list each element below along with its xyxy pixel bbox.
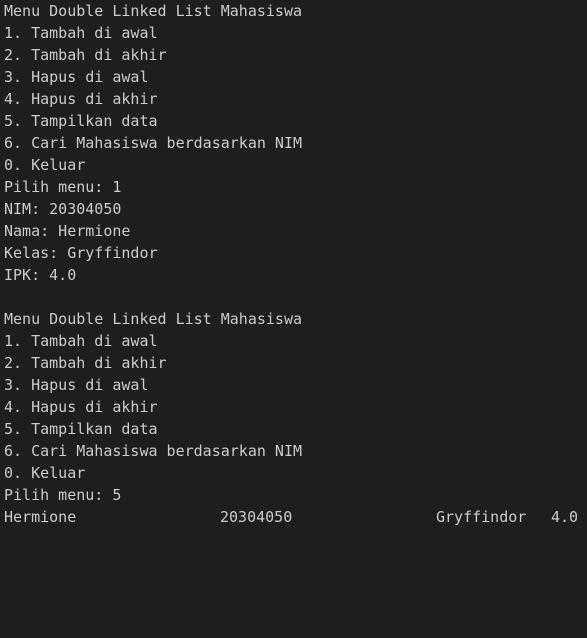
input-line-kelas: Kelas: Gryffindor bbox=[4, 244, 158, 262]
menu-title: Menu Double Linked List Mahasiswa bbox=[4, 310, 303, 328]
menu-item: 2. Tambah di akhir bbox=[4, 46, 167, 64]
menu-item: 0. Keluar bbox=[4, 464, 86, 482]
input-line-nim: NIM: 20304050 bbox=[4, 200, 122, 218]
menu-item: 1. Tambah di awal bbox=[4, 332, 158, 350]
menu-item: 2. Tambah di akhir bbox=[4, 354, 167, 372]
menu-item: 1. Tambah di awal bbox=[4, 24, 158, 42]
menu-item: 6. Cari Mahasiswa berdasarkan NIM bbox=[4, 134, 303, 152]
menu-item: 5. Tampilkan data bbox=[4, 112, 158, 130]
menu-item: 3. Hapus di awal bbox=[4, 376, 149, 394]
menu-prompt: Pilih menu: 5 bbox=[4, 486, 122, 504]
input-line-ipk: IPK: 4.0 bbox=[4, 266, 77, 284]
menu-item: 4. Hapus di akhir bbox=[4, 398, 158, 416]
menu-title: Menu Double Linked List Mahasiswa bbox=[4, 2, 303, 20]
terminal-output: Menu Double Linked List Mahasiswa 1. Tam… bbox=[0, 0, 587, 526]
menu-item: 6. Cari Mahasiswa berdasarkan NIM bbox=[4, 442, 303, 460]
menu-item: 5. Tampilkan data bbox=[4, 420, 158, 438]
menu-item: 3. Hapus di awal bbox=[4, 68, 149, 86]
menu-item: 0. Keluar bbox=[4, 156, 86, 174]
input-line-nama: Nama: Hermione bbox=[4, 222, 131, 240]
menu-item: 4. Hapus di akhir bbox=[4, 90, 158, 108]
menu-prompt: Pilih menu: 1 bbox=[4, 178, 122, 196]
